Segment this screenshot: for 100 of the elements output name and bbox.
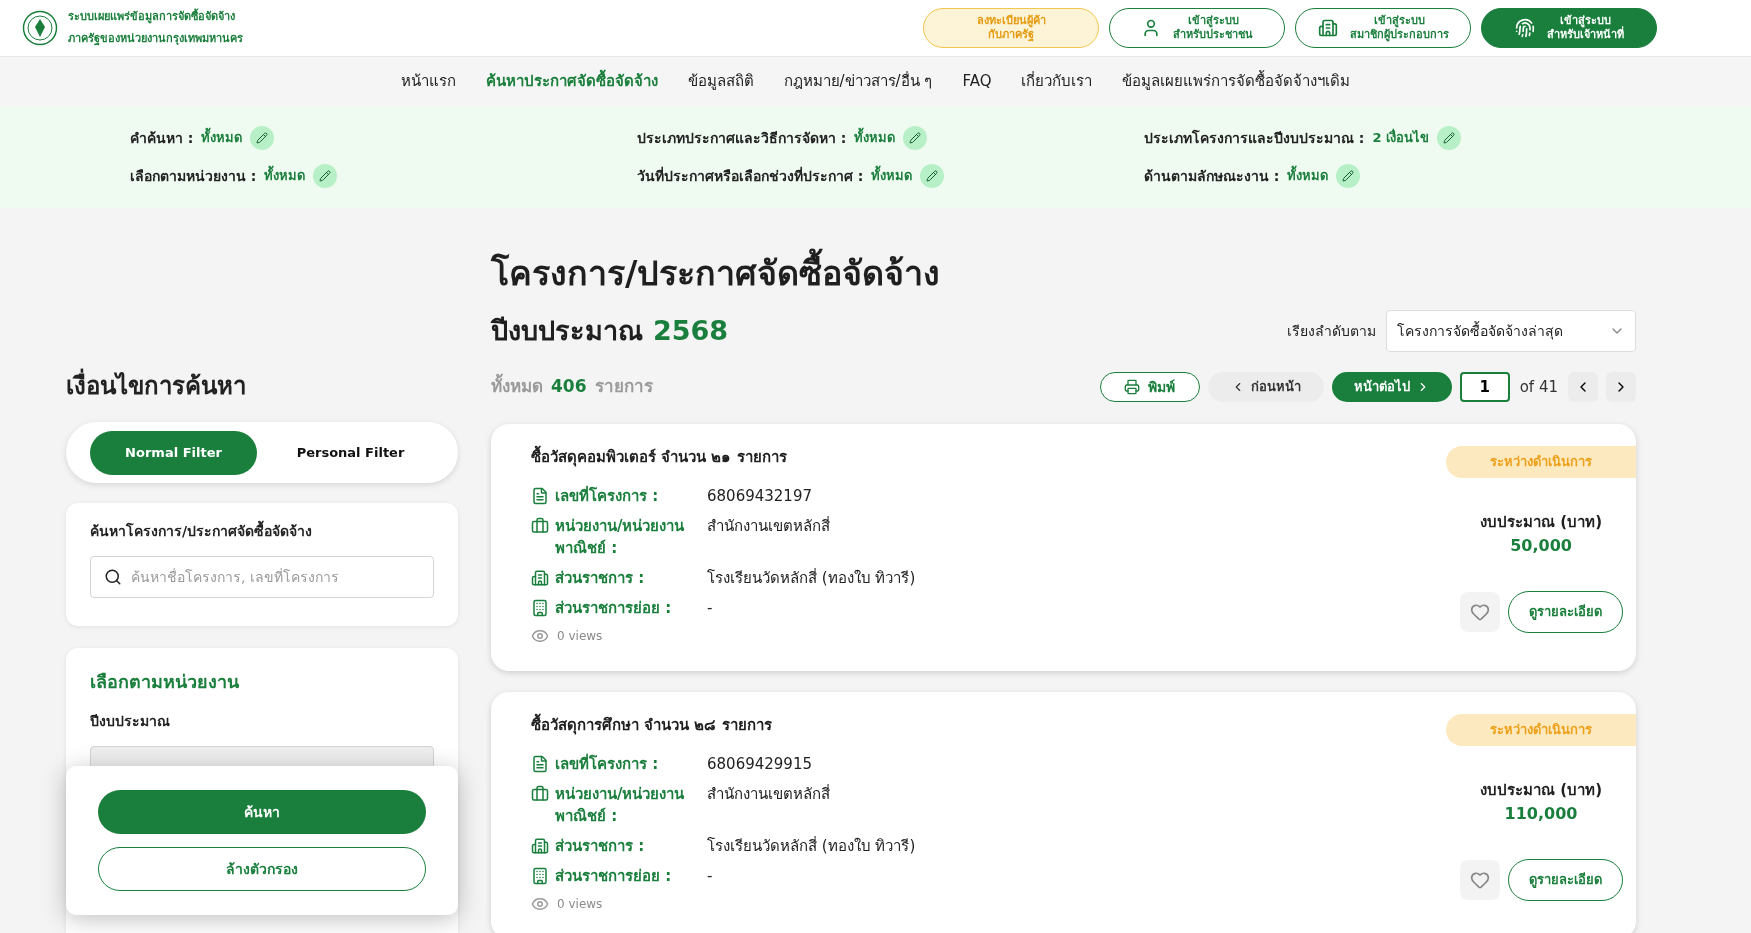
heart-icon — [1470, 602, 1490, 622]
filter-label: คำค้นหา : — [130, 128, 194, 148]
nav-link[interactable]: กฎหมาย/ข่าวสาร/อื่น ๆ — [783, 70, 933, 93]
document-icon — [531, 486, 549, 505]
field-value: 68069429915 — [707, 753, 812, 775]
pencil-icon — [1342, 170, 1355, 182]
nav-link[interactable]: หน้าแรก — [400, 70, 456, 93]
search-button[interactable]: ค้นหา — [98, 790, 426, 834]
edit-button[interactable] — [1437, 126, 1462, 150]
page-number-field[interactable]: 1 — [1459, 372, 1510, 402]
fingerprint-icon — [1514, 18, 1535, 38]
project-title: ซื้อวัสดุคอมพิวเตอร์ จำนวน ๒๑ รายการ — [531, 446, 916, 469]
field-label: หน่วยงาน/หน่วยงานพาณิชย์ : — [555, 515, 686, 559]
view-count: 0 views — [557, 627, 603, 645]
filter-value: ทั้งหมด — [264, 166, 306, 186]
user-icon — [1141, 18, 1161, 38]
section-title: เลือกตามหน่วยงาน — [90, 670, 240, 694]
building-icon — [531, 836, 549, 855]
citizen-login-button[interactable]: เข้าสู่ระบบ สำหรับประชาชน — [1109, 8, 1285, 48]
briefcase-icon — [531, 784, 549, 803]
nav-link[interactable]: FAQ — [962, 70, 992, 93]
next-page-button[interactable]: หน้าต่อไป — [1331, 372, 1452, 402]
total-unit: รายการ — [594, 375, 653, 399]
filter-tab[interactable]: Personal Filter — [267, 430, 434, 475]
field-label: ส่วนราชการ : — [555, 835, 646, 857]
filter-label: ประเภทประกาศและวิธีการจัดหา : — [637, 128, 847, 148]
pencil-icon — [909, 132, 922, 144]
site-title: ระบบเผยแพร่ข้อมูลการจัดซื้อจัดจ้าง — [68, 7, 236, 26]
budget-amount: 50,000 — [1510, 534, 1572, 557]
details-button[interactable]: ดูรายละเอียด — [1508, 591, 1623, 633]
printer-icon — [1124, 379, 1141, 395]
edit-button[interactable] — [920, 164, 945, 188]
pencil-icon — [926, 170, 939, 182]
document-icon — [531, 754, 549, 773]
edit-button[interactable] — [903, 126, 928, 150]
filter-label: เลือกตามหน่วยงาน : — [130, 166, 257, 186]
page-title: โครงการ/ประกาศจัดซื้อจัดจ้าง — [491, 248, 1636, 298]
edit-button[interactable] — [313, 164, 338, 188]
building-icon — [531, 598, 549, 617]
filter-tab[interactable]: Normal Filter — [90, 430, 257, 475]
site-title: ภาครัฐของหน่วยงานกรุงเทพมหานคร — [68, 31, 243, 48]
field-value: โรงเรียนวัดหลักสี่ (ทองใบ ทิวารี) — [707, 567, 916, 589]
budget-label: งบประมาณ (บาท) — [1480, 512, 1602, 534]
previous-arrow-button[interactable] — [1568, 372, 1598, 402]
status-badge: ระหว่างดำเนินการ — [1446, 714, 1636, 746]
field-label: ส่วนราชการย่อย : — [555, 865, 673, 887]
building-icon — [531, 866, 549, 885]
search-icon — [104, 568, 122, 586]
field-label: หน่วยงาน/หน่วยงานพาณิชย์ : — [555, 783, 686, 827]
building-icon — [1317, 18, 1338, 38]
total-label: ทั้งหมด — [491, 374, 543, 400]
officer-login-button[interactable]: เข้าสู่ระบบ สำหรับเจ้าหน้าที่ — [1481, 8, 1657, 48]
page-total: of 41 — [1519, 376, 1558, 398]
filter-label: วันที่ประกาศหรือเลือกช่วงที่ประกาศ : — [637, 165, 864, 186]
next-arrow-button[interactable] — [1606, 372, 1636, 402]
favorite-button[interactable] — [1460, 860, 1500, 900]
pencil-icon — [319, 170, 332, 182]
heart-icon — [1470, 870, 1490, 890]
nav-link[interactable]: เกี่ยวกับเรา — [1021, 70, 1093, 93]
field-label: ส่วนราชการ : — [555, 567, 646, 589]
field-value: - — [707, 597, 713, 619]
year-heading: ปีงบประมาณ — [491, 313, 643, 348]
sort-select[interactable]: โครงการจัดซื้อจัดจ้างล่าสุด — [1386, 310, 1636, 352]
pencil-icon — [256, 132, 269, 144]
year-label: ปีงบประมาณ — [90, 712, 171, 731]
field-value: สำนักงานเขตหลักสี่ — [707, 515, 830, 537]
filter-value: 2 เงื่อนไข — [1372, 128, 1430, 148]
edit-button[interactable] — [1336, 164, 1361, 188]
filter-label: ด้านตามลักษณะงาน : — [1144, 166, 1280, 186]
details-button[interactable]: ดูรายละเอียด — [1508, 859, 1623, 901]
budget-label: งบประมาณ (บาท) — [1480, 780, 1602, 802]
print-button[interactable]: พิมพ์ — [1099, 372, 1200, 402]
logo-icon[interactable] — [22, 10, 58, 46]
member-login-button[interactable]: เข้าสู่ระบบ สมาชิกผู้ประกอบการ — [1295, 8, 1471, 48]
sort-label: เรียงลำดับตาม — [1287, 321, 1376, 341]
nav-link[interactable]: ข้อมูลสถิติ — [687, 70, 754, 93]
status-badge: ระหว่างดำเนินการ — [1446, 446, 1636, 478]
field-label: เลขที่โครงการ : — [555, 484, 660, 507]
building-icon — [531, 568, 549, 587]
previous-page-button[interactable]: ก่อนหน้า — [1207, 372, 1324, 402]
field-value: สำนักงานเขตหลักสี่ — [707, 783, 830, 805]
field-value: โรงเรียนวัดหลักสี่ (ทองใบ ทิวารี) — [707, 835, 916, 857]
project-title: ซื้อวัสดุการศึกษา จำนวน ๒๘ รายการ — [531, 714, 916, 737]
filter-value: ทั้งหมด — [201, 128, 243, 148]
filter-label: ประเภทโครงการและปีงบประมาณ : — [1144, 128, 1365, 148]
search-field[interactable]: ค้นหาชื่อโครงการ, เลขที่โครงการ — [90, 556, 434, 598]
nav-link[interactable]: ค้นหาประกาศจัดซื้อจัดจ้าง — [485, 70, 658, 93]
field-label: ส่วนราชการย่อย : — [555, 597, 673, 619]
pencil-icon — [1443, 132, 1456, 144]
briefcase-icon — [531, 516, 549, 535]
favorite-button[interactable] — [1460, 592, 1500, 632]
clear-filter-button[interactable]: ล้างตัวกรอง — [98, 847, 426, 891]
nav-link[interactable]: ข้อมูลเผยแพร่การจัดซื้อจัดจ้างฯเดิม — [1122, 70, 1351, 93]
filter-value: ทั้งหมด — [854, 128, 896, 148]
field-value: 68069432197 — [707, 485, 812, 507]
search-label: ค้นหาโครงการ/ประกาศจัดซื้อจัดจ้าง — [90, 521, 434, 542]
field-label: เลขที่โครงการ : — [555, 752, 660, 775]
filter-value: ทั้งหมด — [1287, 166, 1329, 186]
budget-amount: 110,000 — [1504, 802, 1578, 825]
edit-button[interactable] — [250, 126, 275, 150]
